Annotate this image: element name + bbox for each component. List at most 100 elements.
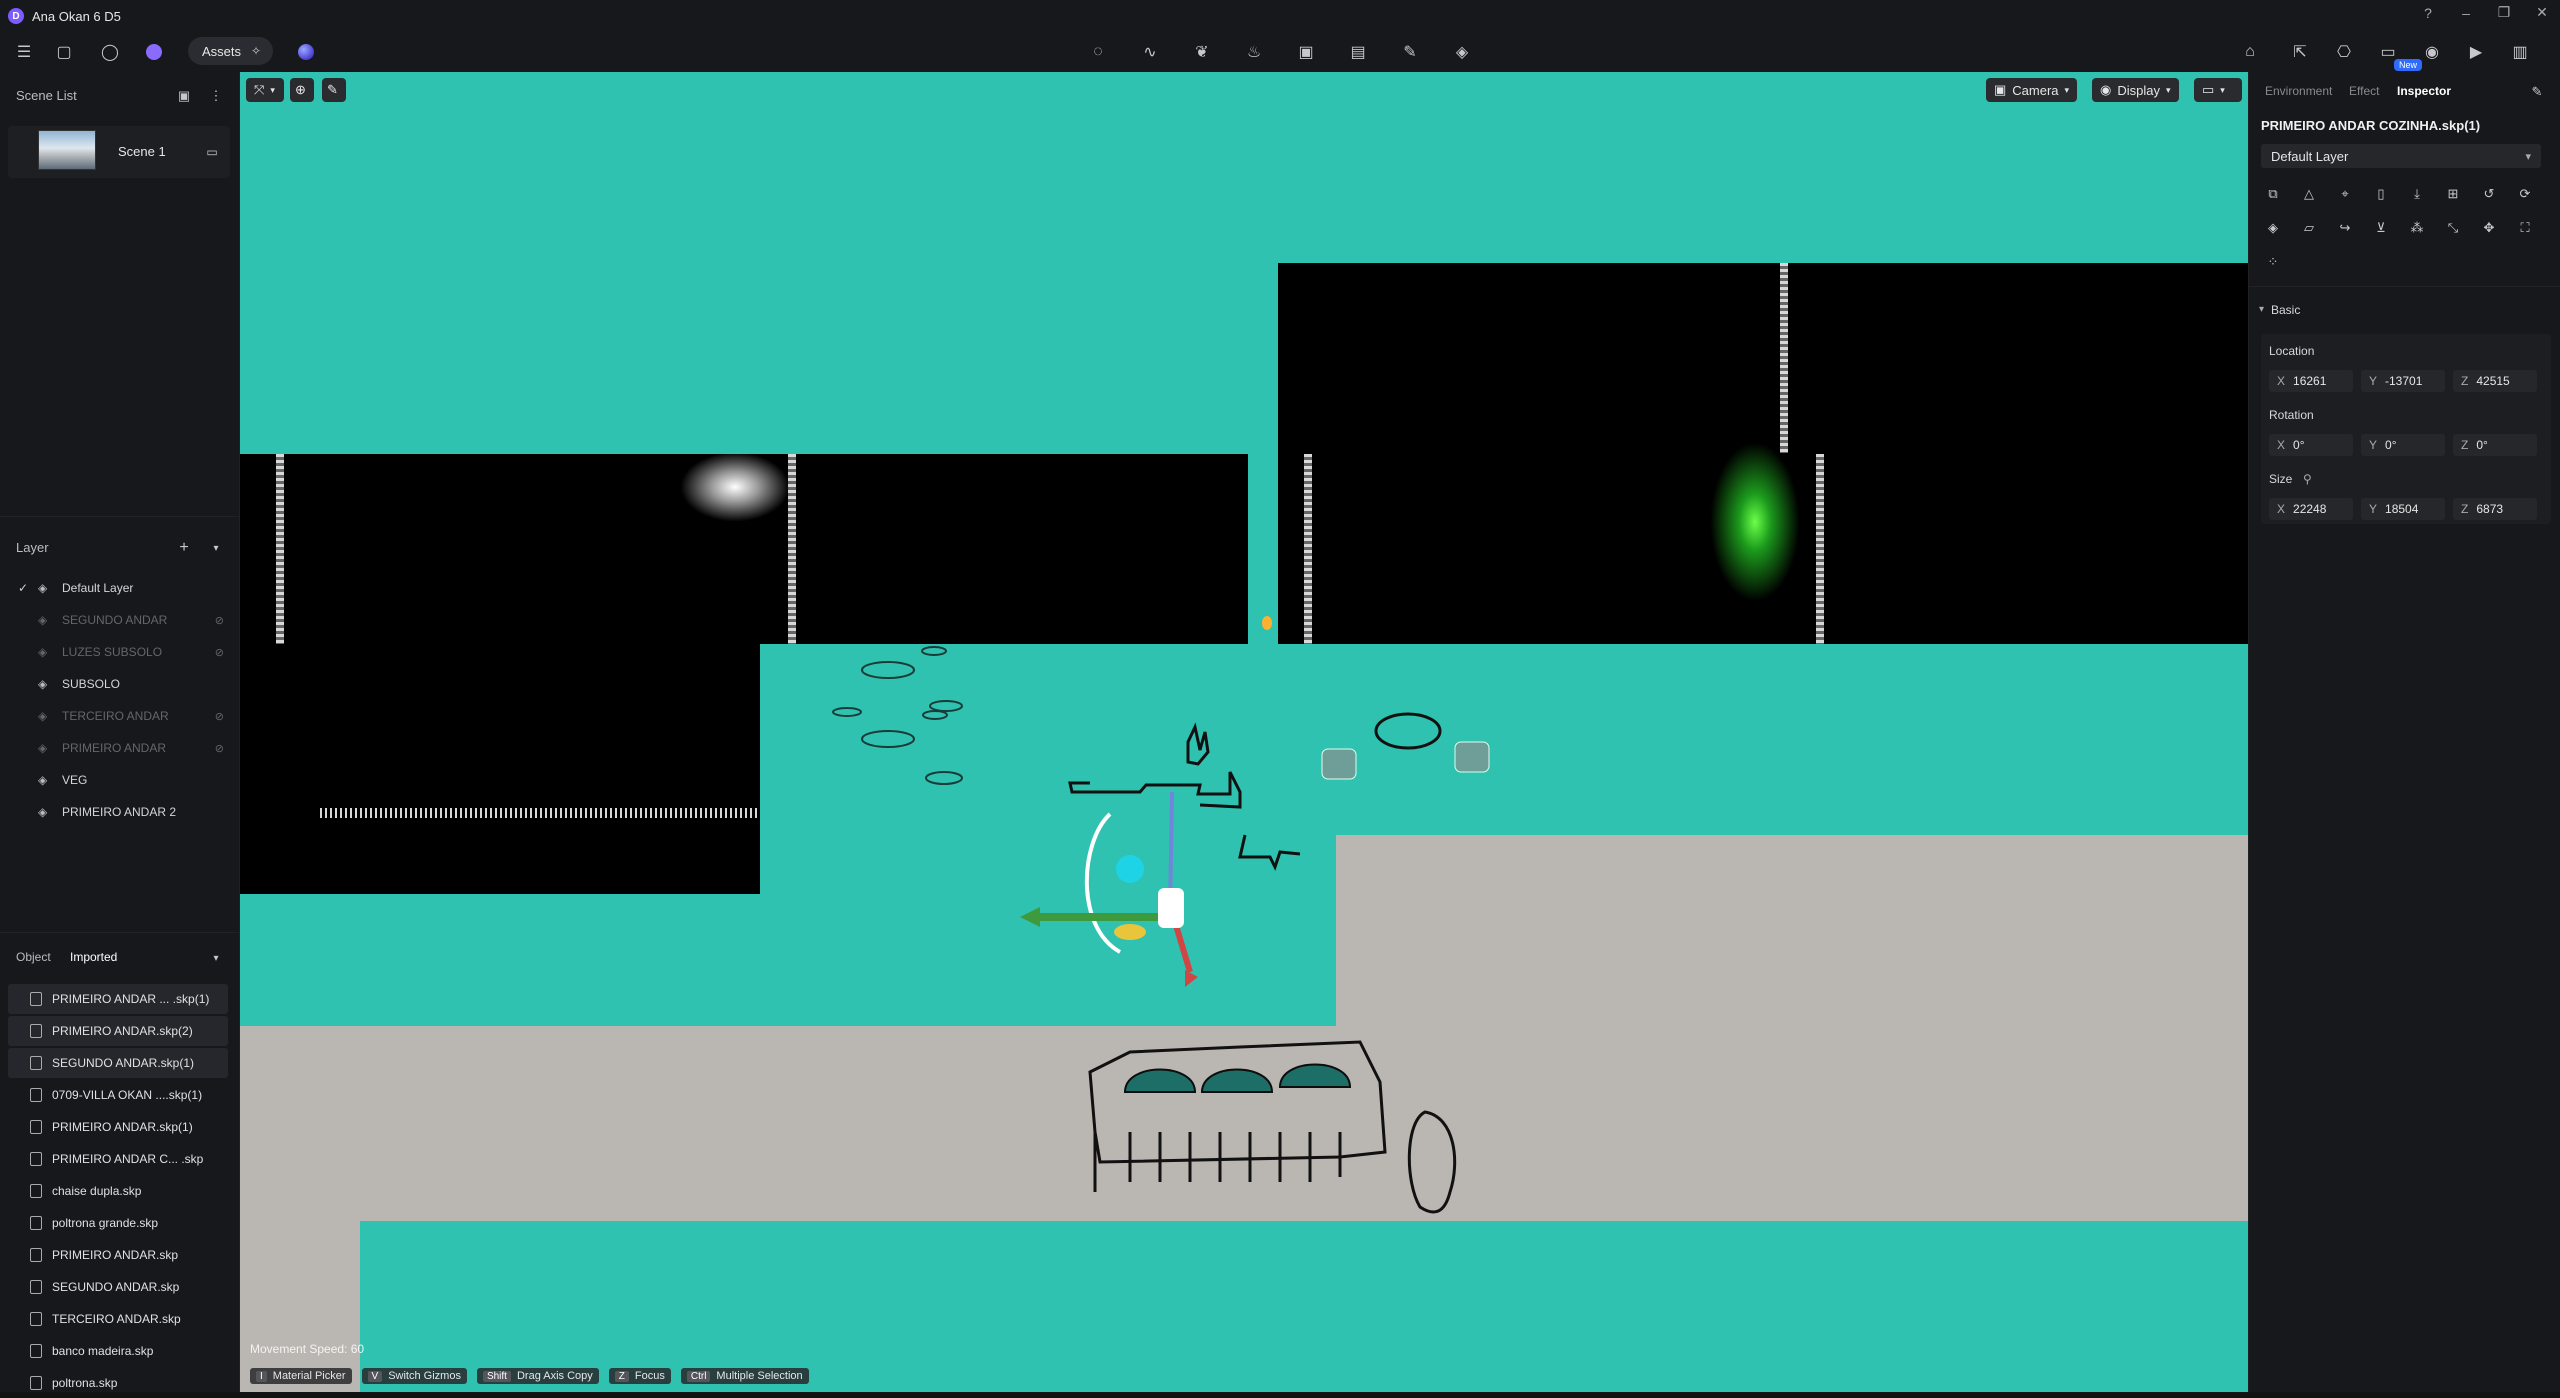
menu-icon[interactable]: ☰ [12, 40, 36, 64]
eye-hidden-icon[interactable]: ⊘ [215, 710, 224, 723]
scene-thumbnail[interactable] [38, 130, 96, 170]
restore-icon[interactable]: ❐ [2496, 4, 2512, 21]
layer-item-primeiro-andar[interactable]: ◈ PRIMEIRO ANDAR ⊘ [0, 732, 240, 764]
list-item[interactable]: PRIMEIRO ANDAR C... .skp [8, 1144, 228, 1174]
minimize-icon[interactable]: – [2458, 5, 2474, 21]
region-icon[interactable]: ▤ [1346, 40, 1370, 64]
fire-icon[interactable]: ♨ [1242, 40, 1266, 64]
rotation-y-field[interactable]: Y 0° [2361, 434, 2445, 456]
layer-select[interactable]: Default Layer ▾ [2261, 144, 2541, 168]
layer-item-segundo-andar[interactable]: ◈ SEGUNDO ANDAR ⊘ [0, 604, 240, 636]
add-layer-icon[interactable]: + [172, 536, 196, 560]
folder-icon[interactable]: ▱ [2299, 218, 2319, 238]
pin-icon[interactable]: ✎ [2525, 80, 2549, 104]
ground-icon[interactable]: ⊻ [2371, 218, 2391, 238]
eye-hidden-icon[interactable]: ⊘ [215, 614, 224, 627]
list-item[interactable]: chaise dupla.skp [8, 1176, 228, 1206]
layer-item-default[interactable]: ✓ ◈ Default Layer [0, 572, 240, 604]
drop-icon[interactable]: ⤓ [2407, 184, 2427, 204]
group-icon[interactable]: ⊞ [2443, 184, 2463, 204]
lock-icon[interactable]: ⚲ [2303, 472, 2312, 486]
list-item[interactable]: SEGUNDO ANDAR.skp(1) [8, 1048, 228, 1078]
tab-effect[interactable]: Effect [2349, 84, 2379, 98]
chat-icon[interactable]: ◯ [98, 40, 122, 64]
location-x-field[interactable]: X 16261 [2269, 370, 2353, 392]
eye-hidden-icon[interactable]: ⊘ [215, 646, 224, 659]
location-z-field[interactable]: Z 42515 [2453, 370, 2537, 392]
scene-icon[interactable]: ⌂ [2238, 40, 2262, 64]
rotation-x-field[interactable]: X 0° [2269, 434, 2353, 456]
layer-item-terceiro-andar[interactable]: ◈ TERCEIRO ANDAR ⊘ [0, 700, 240, 732]
close-icon[interactable]: ✕ [2534, 4, 2550, 21]
tab-object[interactable]: Object [16, 950, 51, 964]
refresh-icon[interactable]: ⟳ [2515, 184, 2535, 204]
more-icon[interactable]: ⋮ [204, 84, 228, 108]
scatter-icon[interactable]: ⁘ [2263, 252, 2283, 272]
ai-icon[interactable] [142, 40, 166, 64]
list-item[interactable]: PRIMEIRO ANDAR ... .skp(1) [8, 984, 228, 1014]
path-icon[interactable]: ∿ [1138, 40, 1162, 64]
leaf-icon[interactable]: ❦ [1190, 40, 1214, 64]
size-x-field[interactable]: X 22248 [2269, 498, 2353, 520]
mirror-icon[interactable]: △ [2299, 184, 2319, 204]
view-options-button[interactable]: ▭ ▾ [2194, 78, 2242, 102]
3d-viewport[interactable]: ⤧ ▾ ⊕ ✎ ▣ Camera ▾ ◉ Display ▾ ▭ ▾ Moveme… [240, 72, 2248, 1392]
list-item[interactable]: 0709-VILLA OKAN ....skp(1) [8, 1080, 228, 1110]
layer-item-luzes-subsolo[interactable]: ◈ LUZES SUBSOLO ⊘ [0, 636, 240, 668]
size-z-field[interactable]: Z 6873 [2453, 498, 2537, 520]
camera-button[interactable]: ▣ Camera ▾ [1986, 78, 2078, 102]
undo-icon[interactable]: ↺ [2479, 184, 2499, 204]
collapse-icon[interactable]: ▾ [2259, 304, 2264, 315]
filter-icon[interactable]: ▾ [204, 946, 228, 970]
picker-button[interactable]: ✎ [322, 78, 346, 102]
fit-icon[interactable]: ⛶ [2515, 218, 2535, 238]
screenshot-icon[interactable]: ◉ [2420, 40, 2444, 64]
pack-icon[interactable]: ⎔ [2332, 40, 2356, 64]
file-icon[interactable]: ▢ [52, 40, 76, 64]
replace-icon[interactable]: ↪ [2335, 218, 2355, 238]
tab-environment[interactable]: Environment [2265, 84, 2332, 98]
copy-icon[interactable]: ⧉ [2263, 184, 2283, 204]
array-icon[interactable]: ⁂ [2407, 218, 2427, 238]
scale-icon[interactable]: ⤡ [2443, 218, 2463, 238]
layer-item-subsolo[interactable]: ◈ SUBSOLO [0, 668, 240, 700]
check-icon[interactable]: ✓ [18, 581, 32, 595]
rotation-z-field[interactable]: Z 0° [2453, 434, 2537, 456]
panorama-icon[interactable]: ▥ [2508, 40, 2532, 64]
list-item[interactable]: PRIMEIRO ANDAR.skp(1) [8, 1112, 228, 1142]
move-icon[interactable]: ✥ [2479, 218, 2499, 238]
size-y-field[interactable]: Y 18504 [2361, 498, 2445, 520]
transform-mode-button[interactable]: ⤧ ▾ [246, 78, 284, 102]
list-item[interactable]: SEGUNDO ANDAR.skp [8, 1272, 228, 1302]
list-item[interactable]: PRIMEIRO ANDAR.skp(2) [8, 1016, 228, 1046]
tab-inspector[interactable]: Inspector [2397, 84, 2451, 98]
world-button[interactable]: ⊕ [290, 78, 314, 102]
scene-add-icon[interactable]: ▣ [172, 84, 196, 108]
scene-camera-icon[interactable]: ▭ [200, 140, 224, 164]
help-icon[interactable]: ? [2420, 5, 2436, 21]
list-item[interactable]: poltrona.skp [8, 1368, 228, 1398]
brush-icon[interactable]: ✎ [1398, 40, 1422, 64]
assets-button[interactable]: Assets ✧ [188, 37, 274, 65]
list-item[interactable]: poltrona grande.skp [8, 1208, 228, 1238]
focus-icon[interactable]: ⌖ [2335, 184, 2355, 204]
layer-stack-icon[interactable]: ◈ [2263, 218, 2283, 238]
camera-mark-icon[interactable]: ▣ [1294, 40, 1318, 64]
location-y-field[interactable]: Y -13701 [2361, 370, 2445, 392]
align-icon[interactable]: ▯ [2371, 184, 2391, 204]
light-icon[interactable]: ◌ [1086, 40, 1110, 64]
list-item[interactable]: PRIMEIRO ANDAR.skp [8, 1240, 228, 1270]
display-button[interactable]: ◉ Display ▾ [2092, 78, 2179, 102]
orb-icon[interactable] [298, 44, 314, 60]
layers-icon[interactable]: ◈ [1450, 40, 1474, 64]
layer-item-primeiro-andar-2[interactable]: ◈ PRIMEIRO ANDAR 2 [0, 796, 240, 828]
video-icon[interactable]: ▶ [2464, 40, 2488, 64]
eye-hidden-icon[interactable]: ⊘ [215, 742, 224, 755]
layer-menu-icon[interactable]: ▾ [204, 536, 228, 560]
section-basic[interactable]: Basic [2271, 303, 2300, 317]
list-item[interactable]: TERCEIRO ANDAR.skp [8, 1304, 228, 1334]
tab-imported[interactable]: Imported [70, 950, 117, 964]
list-item[interactable]: banco madeira.skp [8, 1336, 228, 1366]
layer-item-veg[interactable]: ◈ VEG [0, 764, 240, 796]
export-icon[interactable]: ⇱ [2288, 40, 2312, 64]
